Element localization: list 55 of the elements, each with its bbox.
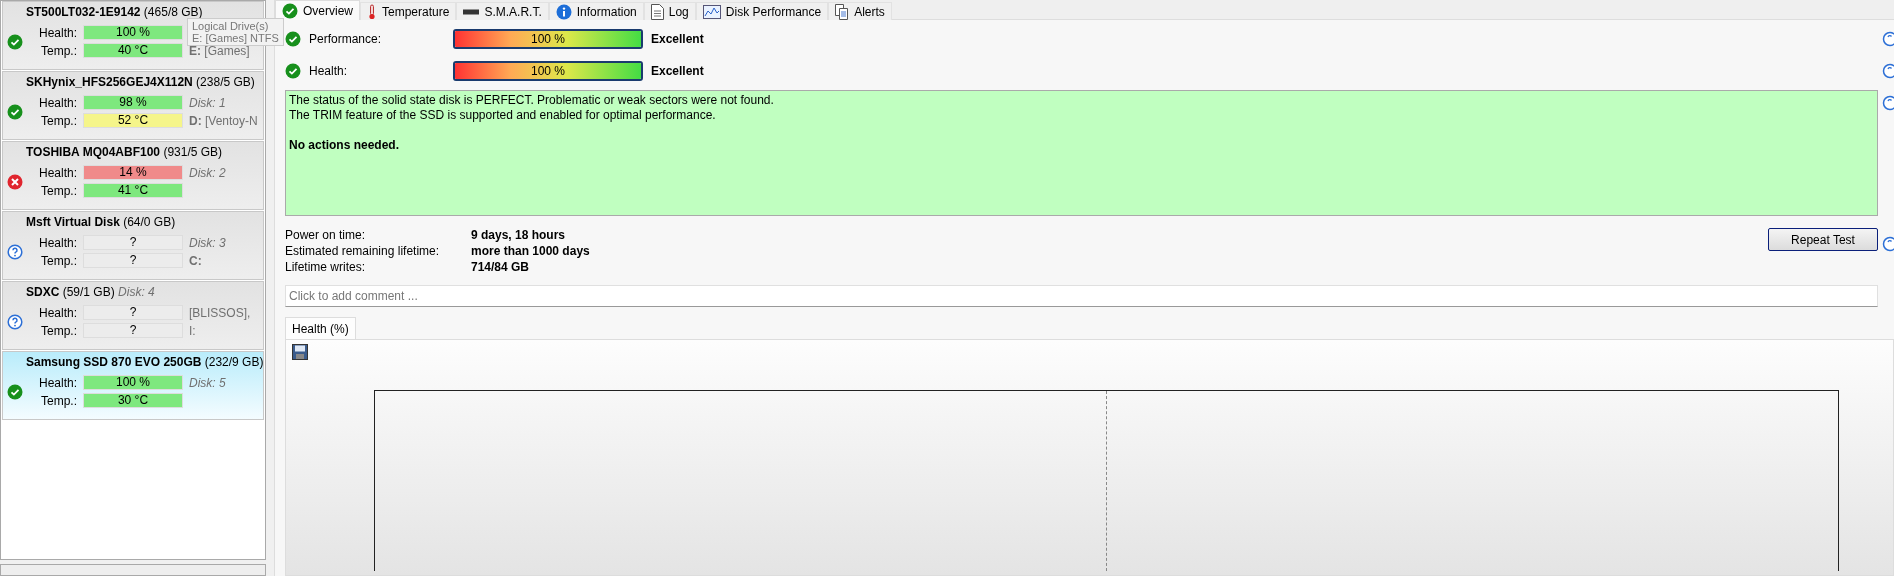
drive-note: D: [Ventoy-N: [189, 113, 258, 128]
drive-note: I:: [189, 323, 197, 338]
temp-bar: 30 °C: [83, 393, 183, 408]
meter-reading: 100 %: [530, 32, 566, 46]
temp-bar: ?: [83, 323, 183, 338]
health-bar: 100 %: [83, 25, 183, 40]
health-bar: ?: [83, 305, 183, 320]
info-label: Lifetime writes:: [285, 260, 367, 275]
disk-title: SKHynix_HFS256GEJ4X112N (238/5 GB): [25, 75, 256, 89]
disk-title: Samsung SSD 870 EVO 250GB (232/9 GB): [25, 355, 263, 369]
temp-label: Temp.:: [40, 393, 77, 408]
action-text: No actions needed.: [289, 138, 401, 153]
meter-label: Health:: [309, 64, 349, 78]
info-value: more than 1000 days: [471, 244, 590, 259]
health-label: Health:: [37, 165, 77, 180]
drive-note: C:: [189, 253, 203, 268]
health-bar: 100 %: [83, 375, 183, 390]
drive-note: E: [Games]: [189, 43, 250, 58]
info-value: 714/84 GB: [471, 260, 531, 275]
disk-title: Msft Virtual Disk (64/0 GB): [25, 215, 177, 229]
disk-title: SDXC (59/1 GB) Disk: 4: [25, 285, 156, 299]
disk-note: Disk: 2: [189, 165, 226, 180]
disk-title: ST500LT032-1E9142 (465/8 GB): [25, 5, 204, 19]
meter-label: Performance:: [309, 32, 383, 46]
temp-bar: ?: [83, 253, 183, 268]
temp-label: Temp.:: [40, 183, 77, 198]
tooltip: Logical Drive(s) E: [Games] NTFS: [187, 18, 284, 46]
info-label: Estimated remaining lifetime:: [285, 244, 441, 259]
info-label: Power on time:: [285, 228, 367, 243]
temp-bar: 52 °C: [83, 113, 183, 128]
health-label: Health:: [37, 305, 77, 320]
disk-note: [BLISSOS],: [189, 305, 251, 320]
temp-label: Temp.:: [40, 113, 77, 128]
status-line: The status of the solid state disk is PERFECT. Problematic or weak sectors were not found.: [289, 93, 775, 108]
health-label: Health:: [37, 235, 77, 250]
health-bar: 98 %: [83, 95, 183, 110]
disk-note: Disk: 3: [189, 235, 226, 250]
health-bar: 14 %: [83, 165, 183, 180]
disk-note: Disk: 1: [189, 95, 227, 110]
disk-note: Disk: 5: [189, 375, 226, 390]
meter-rating: Excellent: [651, 32, 704, 46]
temp-bar: 41 °C: [83, 183, 183, 198]
disk-title: TOSHIBA MQ04ABF100 (931/5 GB): [25, 145, 224, 159]
health-label: Health:: [37, 375, 77, 390]
temp-label: Temp.:: [40, 253, 77, 268]
temp-label: Temp.:: [40, 323, 77, 338]
health-label: Health:: [37, 95, 77, 110]
info-value: 9 days, 18 hours: [471, 228, 567, 243]
health-bar: ?: [83, 235, 183, 250]
temp-bar: 40 °C: [83, 43, 183, 58]
health-label: Health:: [37, 25, 77, 40]
status-line: The TRIM feature of the SSD is supported and enabled for optimal performance.: [289, 108, 717, 123]
temp-label: Temp.:: [40, 43, 77, 58]
meter-reading: 100 %: [530, 64, 566, 78]
meter-rating: Excellent: [651, 64, 704, 78]
